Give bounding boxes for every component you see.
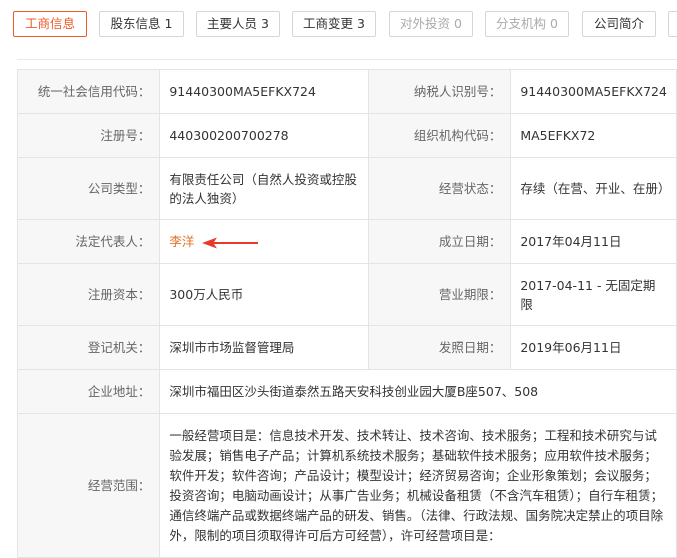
tab-label: 主要人员: [207, 16, 258, 31]
issue-date-value: 2019年06月11日: [510, 325, 677, 370]
tab-shareholders[interactable]: 股东信息 1: [99, 11, 184, 37]
credit-code-value: 91440300MA5EFKX724: [159, 69, 369, 114]
tab-count: 3: [357, 16, 365, 31]
table-row: 注册资本： 300万人民币 营业期限： 2017-04-11 - 无固定期限: [16, 263, 677, 326]
tab-bar: 工商信息 股东信息 1 主要人员 3 工商变更 3 对外投资 0 分支机构 0 公司简介: [0, 0, 677, 50]
est-date-label: 成立日期：: [367, 219, 512, 264]
term-label: 营业期限：: [367, 263, 512, 326]
reg-no-value: 440300200700278: [159, 113, 369, 158]
taxpayer-id-value: 91440300MA5EFKX724: [510, 69, 677, 114]
authority-value: 深圳市市场监督管理局: [159, 325, 369, 370]
reg-no-label: 注册号：: [16, 113, 161, 158]
tab-count: 0: [550, 16, 558, 31]
table-row: 法定代表人： 李洋 成立日期： 2017年04月11日: [16, 219, 677, 264]
tab-overflow[interactable]: [668, 11, 677, 37]
tab-investments[interactable]: 对外投资 0: [389, 11, 473, 37]
taxpayer-id-label: 纳税人识别号：: [367, 69, 512, 114]
address-label: 企业地址：: [16, 369, 161, 414]
authority-label: 登记机关：: [16, 325, 161, 370]
company-type-value: 有限责任公司（自然人投资或控股的法人独资）: [159, 157, 369, 220]
tab-changes[interactable]: 工商变更 3: [292, 11, 376, 37]
legal-rep-label: 法定代表人：: [16, 219, 161, 264]
capital-label: 注册资本：: [16, 263, 161, 326]
issue-date-label: 发照日期：: [367, 325, 512, 370]
table-row: 统一社会信用代码： 91440300MA5EFKX724 纳税人识别号： 914…: [16, 69, 677, 114]
legal-rep-cell: 李洋: [159, 219, 369, 264]
tab-business-info[interactable]: 工商信息: [13, 11, 87, 37]
business-info-table: 统一社会信用代码： 91440300MA5EFKX724 纳税人识别号： 914…: [16, 69, 677, 558]
tab-label: 分支机构: [496, 16, 547, 31]
table-row: 登记机关： 深圳市市场监督管理局 发照日期： 2019年06月11日: [16, 325, 677, 370]
credit-code-label: 统一社会信用代码：: [16, 69, 161, 114]
scope-value: 一般经营项目是：信息技术开发、技术转让、技术咨询、技术服务；工程和技术研究与试验…: [159, 413, 677, 558]
tab-branches[interactable]: 分支机构 0: [485, 11, 569, 37]
table-row: 注册号： 440300200700278 组织机构代码： MA5EFKX72: [16, 113, 677, 158]
status-label: 经营状态：: [367, 157, 512, 220]
table-row: 经营范围： 一般经营项目是：信息技术开发、技术转让、技术咨询、技术服务；工程和技…: [16, 413, 677, 558]
tab-label: 对外投资: [400, 16, 451, 31]
scope-label: 经营范围：: [16, 413, 161, 558]
tab-label: 工商信息: [24, 16, 75, 31]
term-value: 2017-04-11 - 无固定期限: [510, 263, 677, 326]
org-code-value: MA5EFKX72: [510, 113, 677, 158]
address-value: 深圳市福田区沙头街道泰然五路天安科技创业园大厦B座507、508: [159, 369, 677, 414]
tab-label: 工商变更: [303, 16, 354, 31]
tab-count: 0: [454, 16, 462, 31]
status-value: 存续（在营、开业、在册）: [510, 157, 677, 220]
table-row: 公司类型： 有限责任公司（自然人投资或控股的法人独资） 经营状态： 存续（在营、…: [16, 157, 677, 220]
red-arrow-icon: [202, 237, 259, 248]
capital-value: 300万人民币: [159, 263, 369, 326]
tab-label: 股东信息: [110, 16, 161, 31]
legal-rep-link[interactable]: 李洋: [169, 234, 194, 249]
tab-count: 1: [164, 16, 173, 31]
tab-count: 3: [261, 16, 269, 31]
tab-key-personnel[interactable]: 主要人员 3: [196, 11, 280, 37]
table-row: 企业地址： 深圳市福田区沙头街道泰然五路天安科技创业园大厦B座507、508: [16, 369, 677, 414]
company-type-label: 公司类型：: [16, 157, 161, 220]
est-date-value: 2017年04月11日: [510, 219, 677, 264]
org-code-label: 组织机构代码：: [367, 113, 512, 158]
tab-company-profile[interactable]: 公司简介: [582, 11, 656, 37]
divider: [17, 59, 677, 60]
tab-label: 公司简介: [593, 16, 644, 31]
